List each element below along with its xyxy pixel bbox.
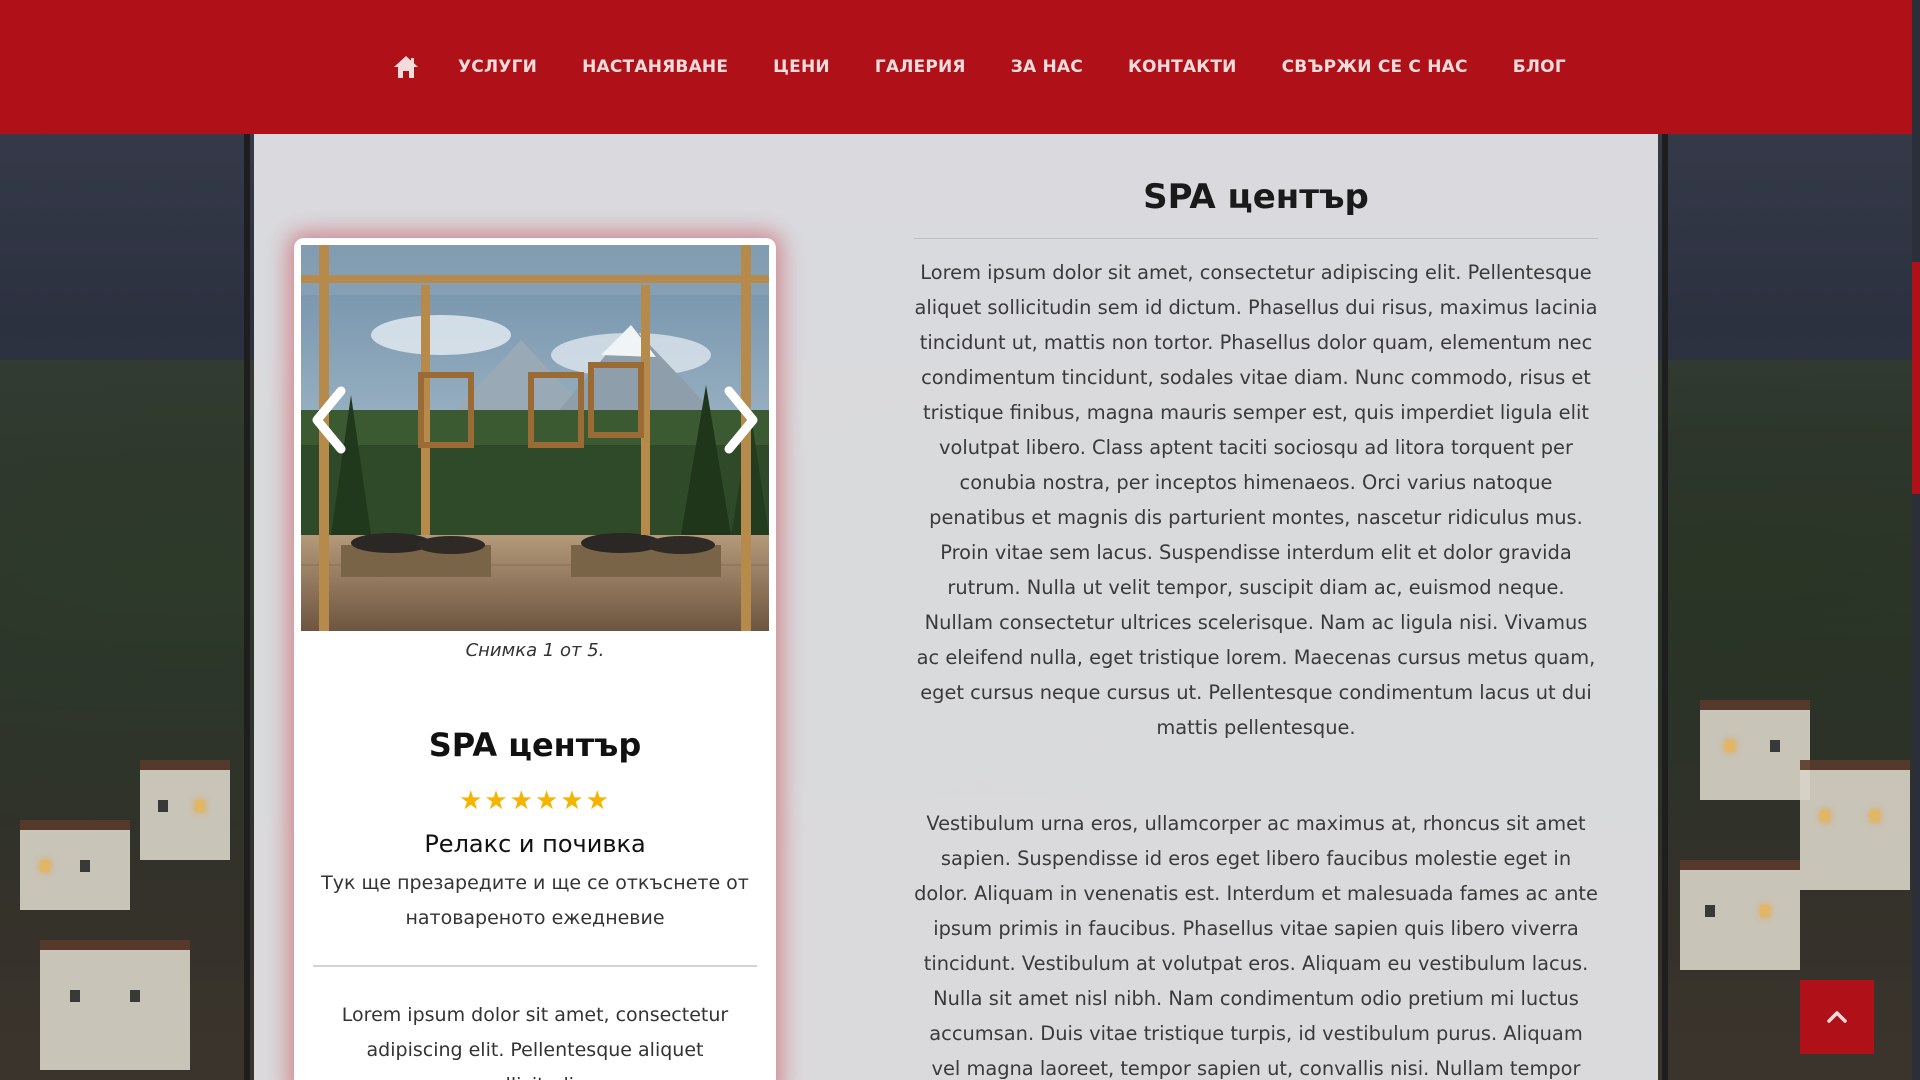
card-divider (313, 965, 757, 967)
image-slider[interactable] (301, 245, 769, 631)
nav-item-contact-us[interactable]: СВЪРЖИ СЕ С НАС (1282, 57, 1468, 77)
slide-caption: Снимка 1 от 5. (465, 640, 605, 661)
content-paragraph: Lorem ipsum dolor sit amet, consectetur … (914, 261, 1598, 739)
main-content: SPA център Lorem ipsum dolor sit amet, c… (914, 174, 1598, 1080)
card-description: Тук ще презаредите и ще се откъснете от … (321, 872, 749, 929)
chevron-up-icon (1824, 1006, 1850, 1032)
nav-item-services[interactable]: УСЛУГИ (458, 57, 537, 77)
main-menu: УСЛУГИ НАСТАНЯВАНЕ ЦЕНИ ГАЛЕРИЯ ЗА НАС К… (392, 50, 1611, 84)
page-scrollbar[interactable] (1912, 0, 1920, 1080)
page-title: SPA център (1143, 177, 1369, 217)
nav-item-prices[interactable]: ЦЕНИ (773, 57, 830, 77)
title-divider (914, 238, 1598, 239)
card-subtitle: Релакс и почивка (424, 830, 646, 858)
chevron-right-icon[interactable] (719, 385, 763, 455)
chevron-left-icon[interactable] (307, 385, 351, 455)
background-house (1700, 700, 1810, 800)
home-icon[interactable] (392, 53, 420, 81)
top-navigation-bar: УСЛУГИ НАСТАНЯВАНЕ ЦЕНИ ГАЛЕРИЯ ЗА НАС К… (0, 0, 1912, 134)
background-house (40, 940, 190, 1070)
card-title: SPA център (428, 726, 642, 764)
nav-item-gallery[interactable]: ГАЛЕРИЯ (875, 57, 966, 77)
scroll-to-top-button[interactable] (1800, 980, 1874, 1054)
card-body-text: Lorem ipsum dolor sit amet, consectetur … (341, 1004, 729, 1080)
nav-item-contacts[interactable]: КОНТАКТИ (1128, 57, 1237, 77)
page-scrollbar-thumb[interactable] (1912, 262, 1920, 494)
content-paragraph: Vestibulum urna eros, ullamcorper ac max… (914, 812, 1598, 1080)
service-card: Снимка 1 от 5. SPA център ★★★★★★ Релакс … (294, 238, 776, 1080)
nav-item-accommodation[interactable]: НАСТАНЯВАНЕ (582, 57, 728, 77)
spa-room-photo (301, 245, 769, 631)
background-house (140, 760, 230, 860)
background-house (20, 820, 130, 910)
nav-item-blog[interactable]: БЛОГ (1513, 57, 1566, 77)
star-rating: ★★★★★★ (459, 786, 611, 816)
nav-item-about[interactable]: ЗА НАС (1011, 57, 1083, 77)
background-house (1680, 860, 1800, 970)
background-house (1800, 760, 1910, 890)
